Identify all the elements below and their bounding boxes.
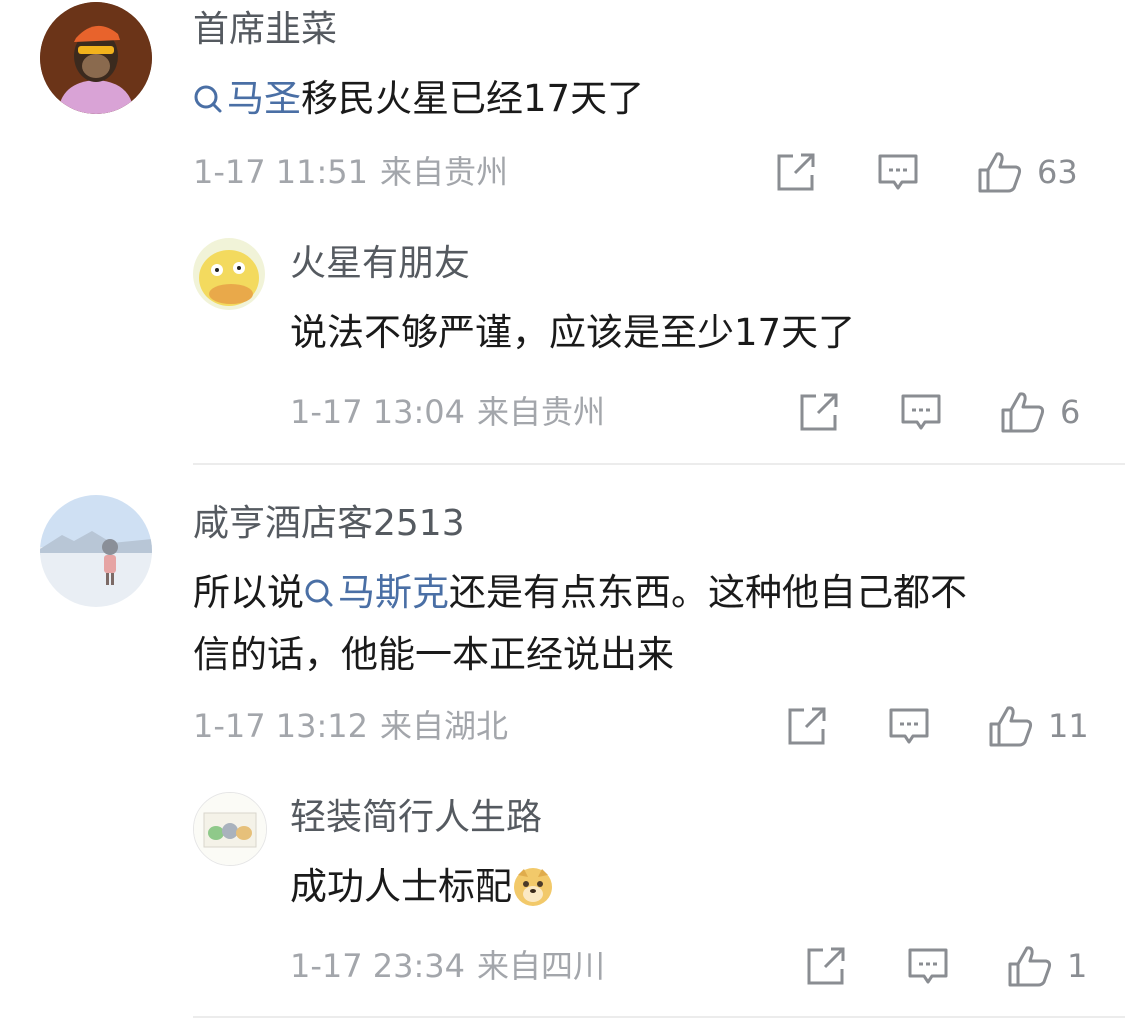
share-icon [777,153,815,191]
like-count: 11 [1048,707,1089,745]
comment-actions: 63 [775,150,1078,194]
divider [193,463,1125,465]
reply-location: 来自四川 [477,947,606,985]
comment-text-line-1: 所以说 马斯克还是有点东西。这种他自己都不 [193,562,967,624]
share-button[interactable] [805,945,847,987]
share-icon [807,947,845,985]
reply-body: 成功人士标配 [290,865,512,908]
reply-actions: 1 [805,944,1087,988]
reply-time: 1-17 13:04 [290,393,466,431]
thumbs-up-icon [1001,392,1045,433]
reply-text: 说法不够严谨，应该是至少17天了 [290,311,856,354]
like-button[interactable]: 1 [1007,944,1087,988]
comment-username[interactable]: 首席韭菜 [193,12,337,48]
comment-time: 1-17 13:12 [193,707,369,745]
thumbs-up-icon [978,152,1022,193]
comment-bubble-icon [889,708,929,744]
comment-bubble-icon [908,948,948,984]
cartoon-animals-avatar-icon[interactable] [193,792,267,866]
reply-location: 来自贵州 [477,393,606,431]
reply-username[interactable]: 火星有朋友 [290,246,470,282]
reply-meta: 1-17 13:04 来自贵州 [290,396,605,428]
topic-label: 马斯克 [338,571,449,614]
like-button[interactable]: 6 [1000,390,1080,434]
like-button[interactable]: 63 [977,150,1078,194]
topic-link[interactable]: 马圣 [193,77,301,120]
comment-meta: 1-17 13:12 来自湖北 [193,710,508,742]
reply-meta: 1-17 23:34 来自四川 [290,950,605,982]
reply-button[interactable] [900,391,942,433]
comment-body-suffix: 还是有点东西。这种他自己都不 [449,571,967,614]
topic-label: 马圣 [227,77,301,120]
share-button[interactable] [798,391,840,433]
comment-time: 1-17 11:51 [193,153,369,191]
thumbs-up-icon [1008,946,1052,987]
search-icon [194,85,222,113]
reply-button[interactable] [877,151,919,193]
comment-actions: 11 [786,704,1089,748]
comment-body-prefix: 所以说 [193,571,304,614]
comment-text: 马圣移民火星已经17天了 [193,68,644,130]
reply-button[interactable] [907,945,949,987]
comment-location: 来自湖北 [380,707,509,745]
like-count: 6 [1060,393,1081,431]
thumbs-up-icon [989,706,1033,747]
comment-location: 来自贵州 [380,153,509,191]
reply-text: 成功人士标配 [290,856,554,918]
topic-link[interactable]: 马斯克 [304,571,449,614]
comment-bubble-icon [878,154,918,190]
reply-time: 1-17 23:34 [290,947,466,985]
comment-text-line-2: 信的话，他能一本正经说出来 [193,633,674,676]
comment-bubble-icon [901,394,941,430]
share-button[interactable] [775,151,817,193]
reply-actions: 6 [798,390,1080,434]
ape-avatar-icon[interactable] [40,2,152,114]
psyduck-avatar-icon[interactable] [193,238,265,310]
like-count: 1 [1067,947,1088,985]
snowfield-girl-avatar-icon[interactable] [40,495,152,607]
like-button[interactable]: 11 [988,704,1089,748]
comment-body: 移民火星已经17天了 [301,77,645,120]
comment-meta: 1-17 11:51 来自贵州 [193,156,508,188]
reply-button[interactable] [888,705,930,747]
share-button[interactable] [786,705,828,747]
share-icon [788,707,826,745]
like-count: 63 [1037,153,1078,191]
doge-emoji-icon [514,868,552,906]
reply-username[interactable]: 轻装简行人生路 [290,800,542,836]
search-icon [305,579,333,607]
comment-username[interactable]: 咸亨酒店客2513 [193,506,465,542]
share-icon [800,393,838,431]
